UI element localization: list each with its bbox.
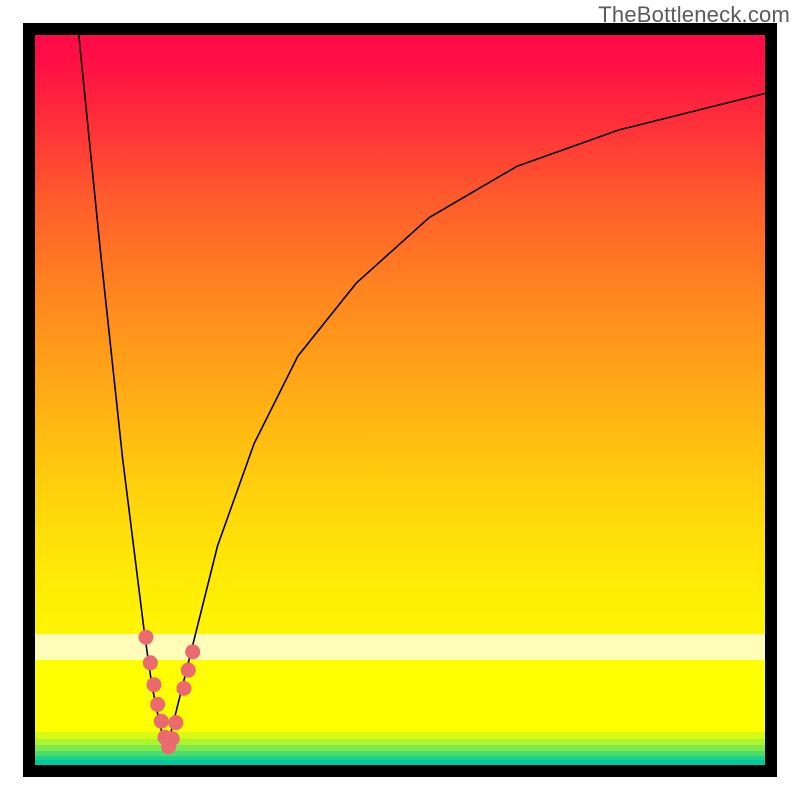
bottleneck-curve xyxy=(79,35,765,750)
curve-left-branch xyxy=(79,35,167,750)
marker-point xyxy=(168,715,183,730)
marker-point xyxy=(185,644,200,659)
chart-stage: TheBottleneck.com xyxy=(0,0,800,800)
marker-point xyxy=(150,697,165,712)
marker-point xyxy=(143,655,158,670)
plot-area xyxy=(35,35,765,765)
curve-right-branch xyxy=(166,93,765,750)
marker-point xyxy=(176,681,191,696)
plot-frame xyxy=(23,23,777,777)
marker-point xyxy=(138,630,153,645)
curve-layer xyxy=(35,35,765,765)
marker-point xyxy=(165,731,180,746)
highlighted-points xyxy=(138,630,200,755)
marker-point xyxy=(181,663,196,678)
marker-point xyxy=(154,714,169,729)
marker-point xyxy=(146,677,161,692)
